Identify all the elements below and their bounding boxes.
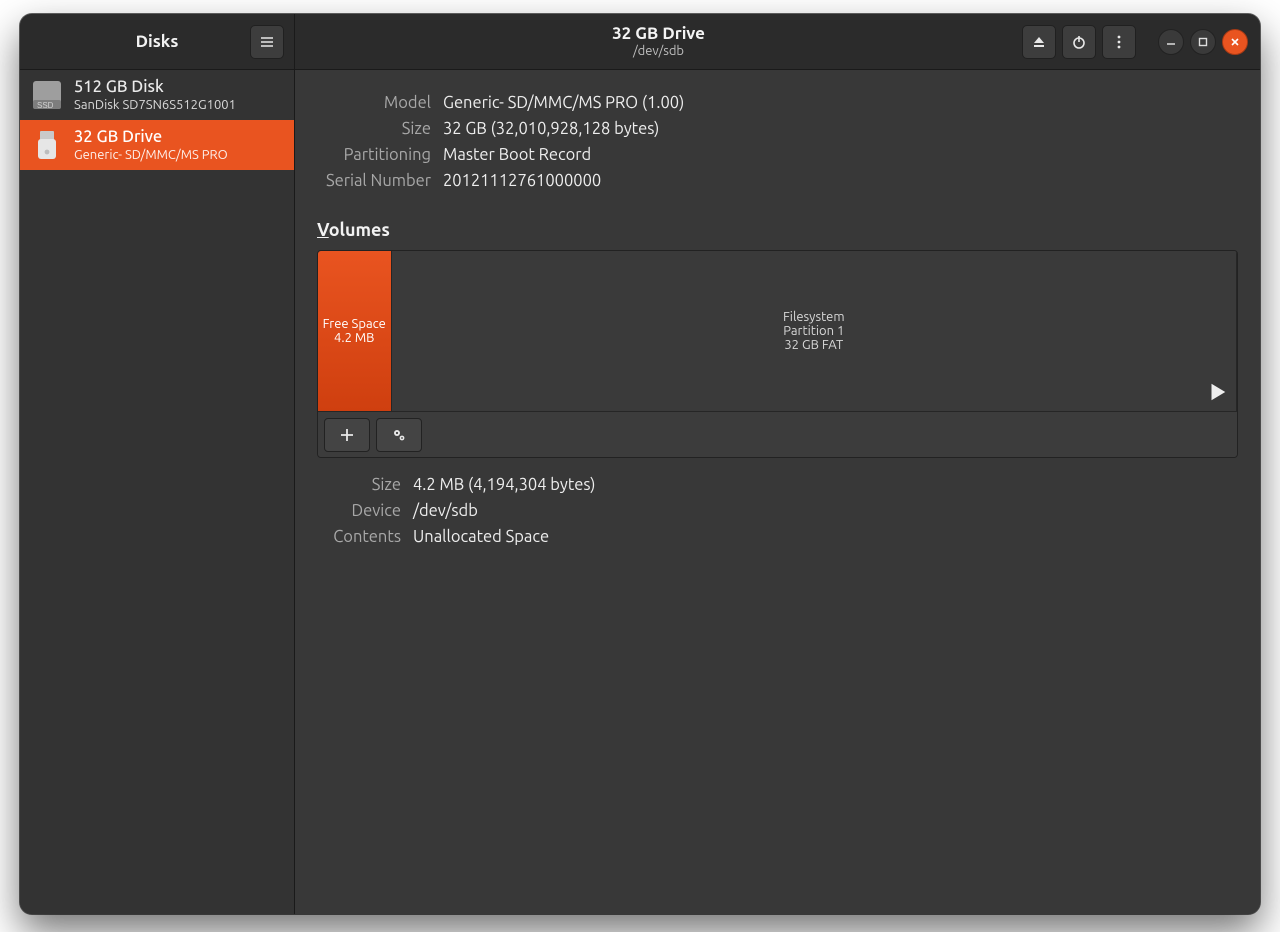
info-value-size: 32 GB (32,010,928,128 bytes) — [443, 120, 659, 138]
window-minimize-button[interactable] — [1158, 29, 1184, 55]
ssd-icon: SSD — [30, 78, 64, 112]
drive-details: ModelGeneric- SD/MMC/MS PRO (1.00) Size3… — [295, 70, 1260, 914]
volume-subtitle: Partition 1 — [783, 324, 844, 338]
drive-secondary: SanDisk SD7SN6S512G1001 — [74, 98, 236, 112]
headerbar: Disks 32 GB Drive /dev/sdb — [20, 14, 1260, 70]
app-window: Disks 32 GB Drive /dev/sdb — [20, 14, 1260, 914]
drive-list-item[interactable]: SSD 512 GB Disk SanDisk SD7SN6S512G1001 — [20, 70, 294, 120]
drive-list-item[interactable]: 32 GB Drive Generic- SD/MMC/MS PRO — [20, 120, 294, 170]
info-label-serial: Serial Number — [317, 172, 443, 190]
volumes-strip: Free Space 4.2 MB Filesystem Partition 1… — [318, 251, 1237, 411]
drive-info-grid: ModelGeneric- SD/MMC/MS PRO (1.00) Size3… — [295, 70, 1260, 202]
info-label-part: Partitioning — [317, 146, 443, 164]
drive-sidebar: SSD 512 GB Disk SanDisk SD7SN6S512G1001 … — [20, 70, 295, 914]
play-icon — [1206, 381, 1228, 403]
detail-value-size: 4.2 MB (4,194,304 bytes) — [413, 476, 596, 494]
detail-value-contents: Unallocated Space — [413, 528, 549, 546]
window-maximize-button[interactable] — [1190, 29, 1216, 55]
usb-icon — [30, 128, 64, 162]
window-body: SSD 512 GB Disk SanDisk SD7SN6S512G1001 … — [20, 70, 1260, 914]
gears-icon — [391, 427, 407, 443]
mount-volume-button[interactable] — [1206, 381, 1228, 403]
drive-primary: 32 GB Drive — [74, 128, 228, 148]
detail-label-contents: Contents — [317, 528, 413, 546]
drive-path: /dev/sdb — [633, 44, 684, 58]
drive-primary: 512 GB Disk — [74, 78, 236, 98]
maximize-icon — [1198, 37, 1208, 47]
power-icon — [1071, 34, 1087, 50]
volumes-toolbar — [318, 411, 1237, 457]
kebab-icon — [1111, 34, 1127, 50]
volume-size: 4.2 MB — [334, 331, 374, 345]
info-value-model: Generic- SD/MMC/MS PRO (1.00) — [443, 94, 684, 112]
volume-label: Free Space — [323, 317, 386, 331]
headerbar-left: Disks — [20, 14, 295, 69]
volume-fs: 32 GB FAT — [784, 338, 843, 352]
close-icon — [1230, 37, 1240, 47]
drive-menu-button[interactable] — [1102, 25, 1136, 59]
headerbar-right — [1022, 14, 1260, 69]
plus-icon — [339, 427, 355, 443]
window-close-button[interactable] — [1222, 29, 1248, 55]
hamburger-icon — [259, 34, 275, 50]
info-value-serial: 20121112761000000 — [443, 172, 601, 190]
selected-volume-details: Size4.2 MB (4,194,304 bytes) Device/dev/… — [295, 458, 1260, 564]
app-title: Disks — [136, 32, 179, 51]
app-menu-button[interactable] — [250, 25, 284, 59]
eject-button[interactable] — [1022, 25, 1056, 59]
drive-secondary: Generic- SD/MMC/MS PRO — [74, 148, 228, 162]
volume-segment-free-space[interactable]: Free Space 4.2 MB — [318, 251, 392, 411]
detail-value-device: /dev/sdb — [413, 502, 478, 520]
minimize-icon — [1166, 37, 1176, 47]
create-partition-button[interactable] — [324, 418, 370, 452]
power-button[interactable] — [1062, 25, 1096, 59]
svg-text:SSD: SSD — [37, 101, 54, 110]
volumes-section-title: Volumes — [317, 220, 1260, 240]
detail-label-size: Size — [317, 476, 413, 494]
info-label-size: Size — [317, 120, 443, 138]
eject-icon — [1031, 34, 1047, 50]
volume-label: Filesystem — [783, 310, 845, 324]
drive-title: 32 GB Drive — [612, 25, 705, 44]
info-value-part: Master Boot Record — [443, 146, 591, 164]
volume-settings-button[interactable] — [376, 418, 422, 452]
headerbar-center: 32 GB Drive /dev/sdb — [295, 14, 1022, 69]
volumes-box: Free Space 4.2 MB Filesystem Partition 1… — [317, 250, 1238, 458]
info-label-model: Model — [317, 94, 443, 112]
detail-label-device: Device — [317, 502, 413, 520]
volume-segment-partition[interactable]: Filesystem Partition 1 32 GB FAT — [392, 251, 1237, 411]
